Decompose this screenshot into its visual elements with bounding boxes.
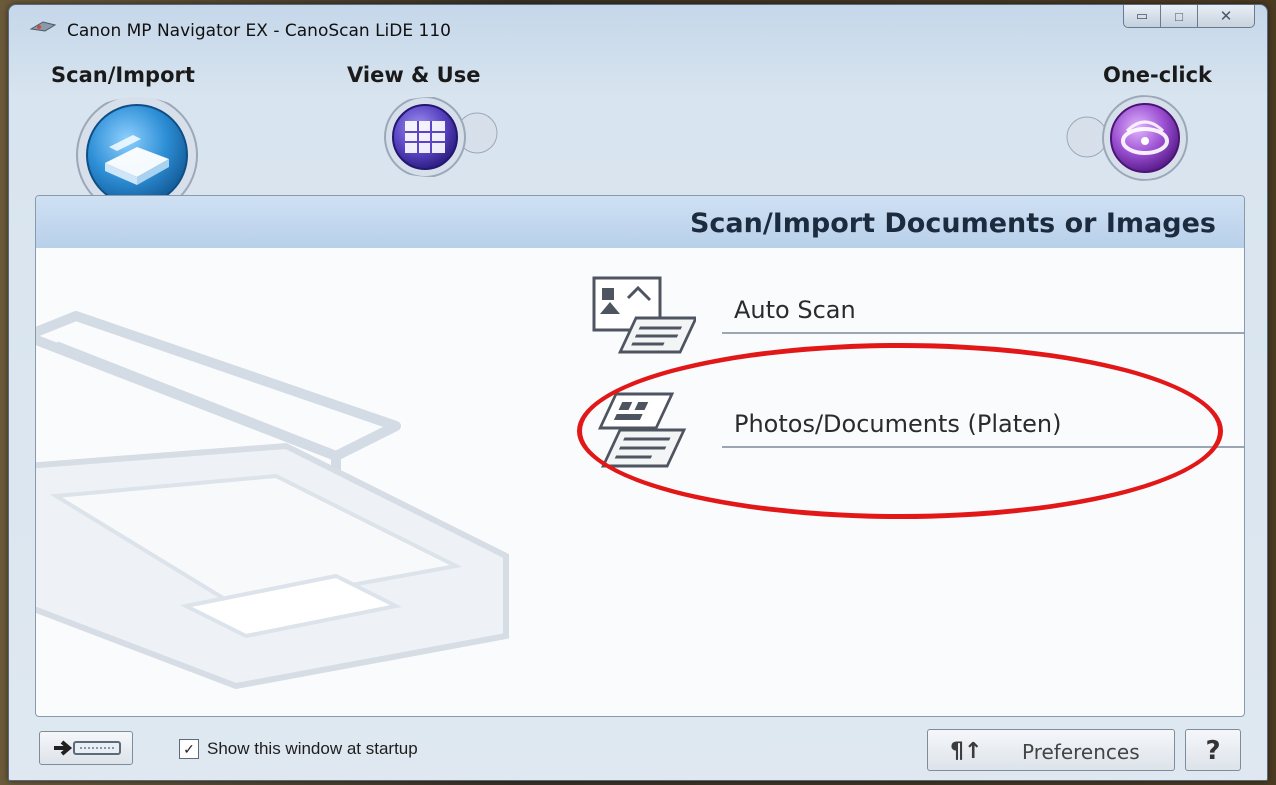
- preferences-label: Preferences: [1022, 740, 1140, 764]
- switch-mode-button[interactable]: [39, 731, 133, 765]
- maximize-button[interactable]: □: [1161, 5, 1198, 28]
- panel-header: Scan/Import Documents or Images: [36, 196, 1244, 248]
- footer-bar: ✓ Show this window at startup ¶↑ Prefere…: [35, 723, 1243, 773]
- show-at-startup-checkbox[interactable]: ✓: [179, 739, 199, 759]
- tab-one-click[interactable]: One-click: [1103, 63, 1212, 87]
- close-icon: ✕: [1219, 8, 1233, 25]
- auto-scan-label: Auto Scan: [734, 296, 856, 324]
- arrow-to-panel-icon: [54, 740, 121, 756]
- app-icon: [29, 21, 57, 32]
- highlight-ellipse: [577, 343, 1223, 519]
- show-at-startup-label: Show this window at startup: [207, 739, 418, 758]
- minimize-icon: ▭: [1135, 8, 1149, 23]
- divider: [722, 332, 1244, 334]
- page-title: Scan/Import Documents or Images: [689, 208, 1216, 239]
- tab-scan-import[interactable]: Scan/Import: [51, 63, 195, 87]
- title-bar[interactable]: Canon MP Navigator EX - CanoScan LiDE 11…: [9, 5, 1267, 45]
- background-scanner-illustration: [36, 311, 509, 690]
- minimize-button[interactable]: ▭: [1123, 5, 1161, 28]
- help-button[interactable]: ?: [1185, 729, 1241, 771]
- tab-view-use[interactable]: View & Use: [347, 63, 480, 87]
- preferences-icon: ¶↑: [950, 739, 983, 764]
- app-window: Canon MP Navigator EX - CanoScan LiDE 11…: [8, 4, 1268, 781]
- preferences-button[interactable]: ¶↑ Preferences: [927, 729, 1175, 771]
- one-click-icon[interactable]: [1063, 95, 1213, 181]
- maximize-icon: □: [1175, 8, 1183, 24]
- checkmark-icon: ✓: [183, 740, 195, 757]
- auto-scan-icon: [592, 276, 696, 354]
- grid-view-icon[interactable]: [359, 97, 509, 177]
- window-title: Canon MP Navigator EX - CanoScan LiDE 11…: [67, 21, 451, 41]
- auto-scan-option[interactable]: Auto Scan: [586, 274, 1244, 354]
- help-icon: ?: [1205, 736, 1221, 766]
- close-button[interactable]: ✕: [1198, 5, 1255, 28]
